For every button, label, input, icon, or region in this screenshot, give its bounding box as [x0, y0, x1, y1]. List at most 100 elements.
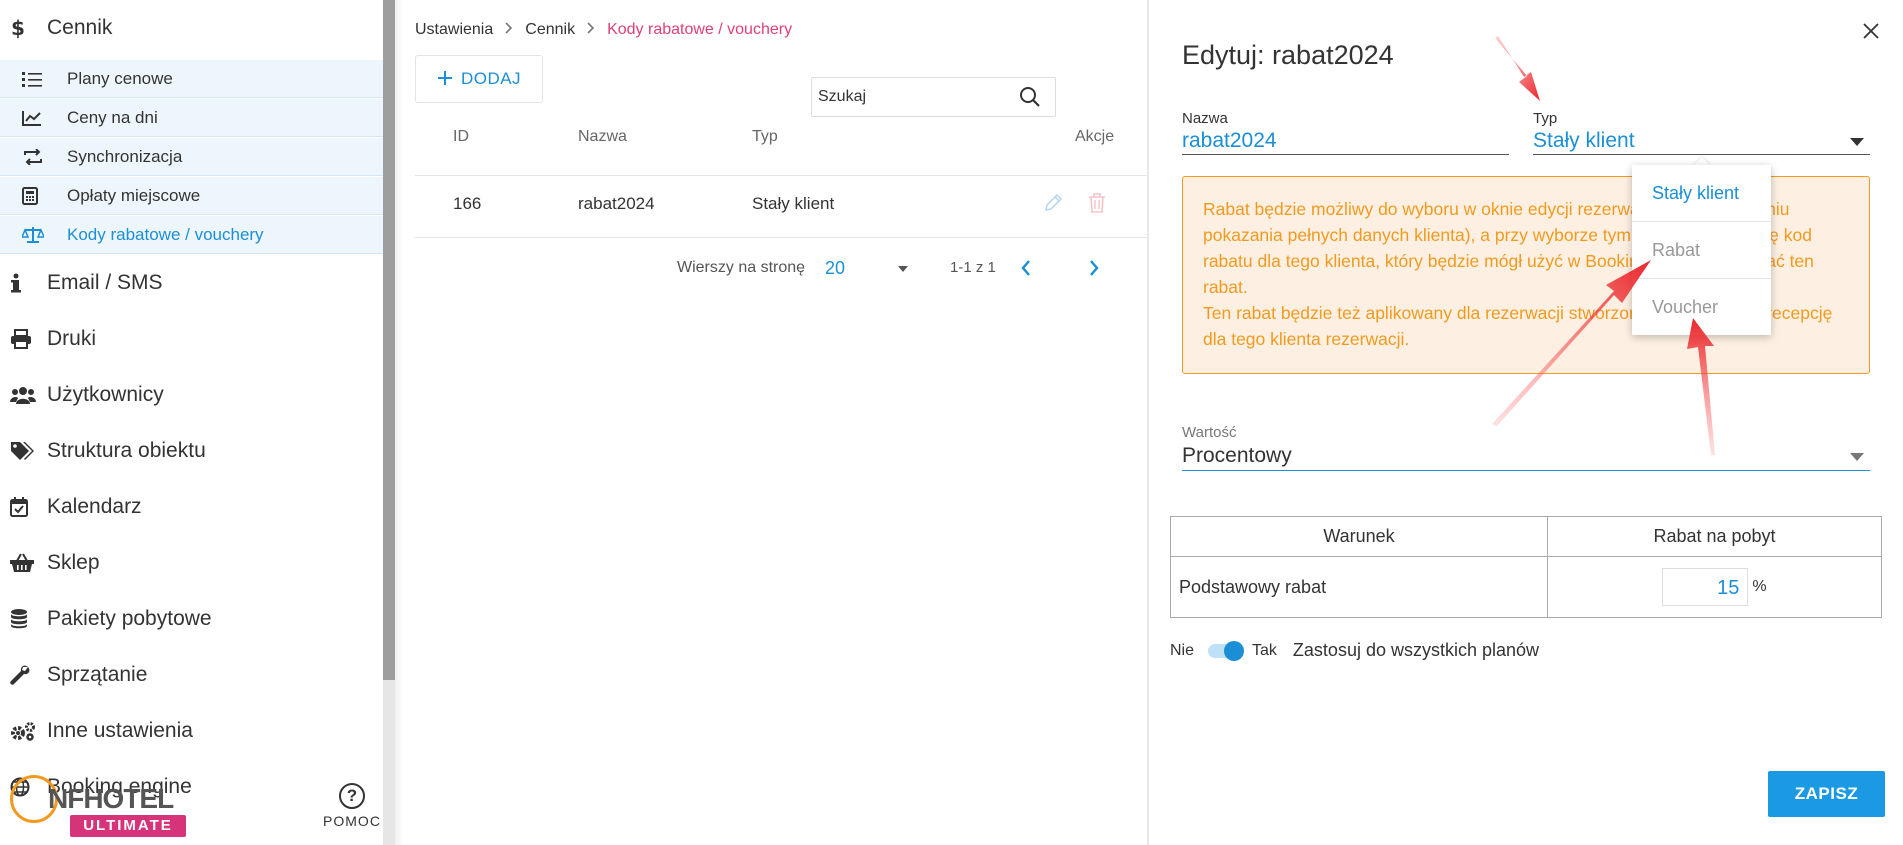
sidebar-item-kalendarz[interactable]: Kalendarz: [0, 485, 383, 529]
sidebar-item-label: Inne ustawienia: [47, 719, 193, 742]
pagination-range: 1-1 z 1: [950, 259, 996, 276]
sidebar-item-sprzatanie[interactable]: Sprzątanie: [0, 653, 383, 697]
help-button[interactable]: ? POMOC: [320, 783, 384, 829]
logo-text: NFHOTEL: [48, 783, 174, 814]
close-icon[interactable]: [1862, 22, 1880, 45]
type-dropdown-menu: Stały klient Rabat Voucher: [1632, 165, 1771, 335]
panel-shadow: [395, 0, 403, 845]
apply-all-toggle[interactable]: [1208, 640, 1245, 661]
value-type-underline: [1182, 470, 1870, 471]
trash-icon[interactable]: [1088, 193, 1106, 218]
caret-down-icon[interactable]: [1850, 453, 1864, 461]
toggle-off-label: Nie: [1170, 641, 1195, 659]
dropdown-option-staly-klient[interactable]: Stały klient: [1632, 165, 1771, 222]
discount-value-input[interactable]: 15: [1662, 568, 1749, 606]
sidebar-item-uzytkownicy[interactable]: Użytkownicy: [0, 373, 383, 417]
dropdown-option-voucher: Voucher: [1652, 297, 1719, 317]
logo-badge: ULTIMATE: [70, 815, 186, 837]
sidebar-item-label: Email / SMS: [47, 271, 163, 294]
cell-id: 166: [453, 194, 482, 213]
sidebar-item-pakiety-pobytowe[interactable]: Pakiety pobytowe: [0, 597, 383, 641]
sidebar-subitem-label: Synchronizacja: [67, 146, 183, 166]
toggle-description: Zastosuj do wszystkich planów: [1292, 640, 1540, 660]
sidebar-item-label: Pakiety pobytowe: [47, 607, 212, 630]
help-label: POMOC: [323, 813, 381, 829]
sidebar-subitem-label: Plany cenowe: [67, 68, 173, 88]
basket-icon: [10, 553, 40, 573]
rows-per-page-label: Wierszy na stronę: [677, 259, 806, 276]
calendar-check-icon: [10, 497, 40, 517]
question-icon: ?: [339, 783, 365, 809]
sidebar-item-sklep[interactable]: Sklep: [0, 541, 383, 585]
dollar-icon: $: [10, 17, 40, 39]
chevron-right-icon[interactable]: [1088, 258, 1100, 283]
column-header-type[interactable]: Typ: [752, 128, 778, 146]
type-field-label: Typ: [1533, 110, 1558, 127]
search-icon[interactable]: [1019, 86, 1041, 113]
breadcrumb-item-current: Kody rabatowe / vouchery: [607, 21, 793, 38]
condition-row-label: Podstawowy rabat: [1170, 556, 1548, 618]
sidebar-scrollbar-thumb[interactable]: [383, 0, 395, 680]
toggle-knob: [1224, 640, 1245, 661]
name-field[interactable]: rabat2024: [1182, 129, 1277, 153]
caret-down-icon[interactable]: [898, 266, 908, 272]
name-field-label: Nazwa: [1182, 110, 1228, 127]
sidebar-subitem-synchronizacja[interactable]: Synchronizacja: [0, 138, 383, 176]
table-row-divider: [415, 237, 1150, 238]
chevron-right-icon: [505, 21, 513, 39]
nfhotel-logo: NFHOTEL ULTIMATE: [8, 773, 186, 841]
sidebar-item-label: Użytkownicy: [47, 383, 164, 406]
cell-type: Stały klient: [752, 194, 835, 213]
sidebar-subitem-label: Kody rabatowe / vouchery: [67, 224, 264, 244]
discount-header: Rabat na pobyt: [1547, 516, 1882, 557]
sidebar-item-cennik[interactable]: $ Cennik: [0, 6, 383, 50]
add-button-label: DODAJ: [460, 69, 522, 88]
chevron-right-icon: [587, 21, 595, 39]
sidebar-subitem-kody-rabatowe[interactable]: Kody rabatowe / vouchery: [0, 216, 383, 254]
cell-name: rabat2024: [578, 194, 655, 213]
sidebar-subitem-oplaty-miejscowe[interactable]: Opłaty miejscowe: [0, 177, 383, 215]
value-type-label: Wartość: [1182, 424, 1237, 441]
name-field-underline: [1182, 154, 1509, 155]
condition-header: Warunek: [1170, 516, 1548, 557]
breadcrumb-item-ustawienia[interactable]: Ustawienia: [415, 21, 493, 39]
sidebar-subitem-ceny-na-dni[interactable]: Ceny na dni: [0, 99, 383, 137]
search-input[interactable]: [818, 88, 1008, 106]
sidebar-item-druki[interactable]: Druki: [0, 317, 383, 361]
sync-icon: [22, 148, 50, 165]
sidebar-subitem-plany-cenowe[interactable]: Plany cenowe: [0, 60, 383, 98]
chevron-left-icon[interactable]: [1020, 258, 1032, 283]
plus-icon: [437, 67, 453, 91]
search-field[interactable]: [811, 77, 1056, 117]
calculator-icon: [22, 186, 50, 205]
table-header-divider: [415, 175, 1150, 176]
condition-table: Warunek Rabat na pobyt Podstawowy rabat …: [1170, 516, 1882, 618]
type-select[interactable]: Stały klient: [1533, 129, 1635, 153]
caret-down-icon[interactable]: [1850, 138, 1864, 146]
add-button[interactable]: DODAJ: [415, 55, 543, 103]
column-header-name[interactable]: Nazwa: [578, 128, 627, 146]
sidebar-item-inne-ustawienia[interactable]: Inne ustawienia: [0, 709, 383, 753]
rows-per-page-select[interactable]: 20: [825, 258, 845, 279]
sidebar-item-struktura-obiektu[interactable]: Struktura obiektu: [0, 429, 383, 473]
gears-icon: [10, 721, 40, 741]
breadcrumb-item-cennik[interactable]: Cennik: [525, 21, 575, 39]
sidebar-item-label: Kalendarz: [47, 495, 142, 518]
sidebar: $ Cennik Plany cenowe Ceny na dni Synchr…: [0, 0, 383, 845]
save-button[interactable]: ZAPISZ: [1768, 771, 1885, 817]
list-panel: [395, 0, 1147, 845]
chart-line-icon: [22, 110, 50, 126]
value-type-select[interactable]: Procentowy: [1182, 444, 1292, 468]
discount-cell: 15%: [1547, 556, 1882, 618]
edit-pencil-icon[interactable]: [1043, 193, 1063, 218]
sidebar-item-email-sms[interactable]: Email / SMS: [0, 261, 383, 305]
sidebar-item-label: Druki: [47, 327, 97, 350]
column-header-actions: Akcje: [1075, 128, 1115, 145]
column-header-id[interactable]: ID: [453, 128, 469, 146]
sidebar-subitem-label: Ceny na dni: [67, 107, 158, 127]
info-icon: [10, 273, 40, 293]
type-select-underline: [1533, 154, 1870, 155]
users-icon: [10, 386, 40, 404]
edit-title: Edytuj: rabat2024: [1182, 40, 1394, 70]
printer-icon: [10, 329, 40, 349]
